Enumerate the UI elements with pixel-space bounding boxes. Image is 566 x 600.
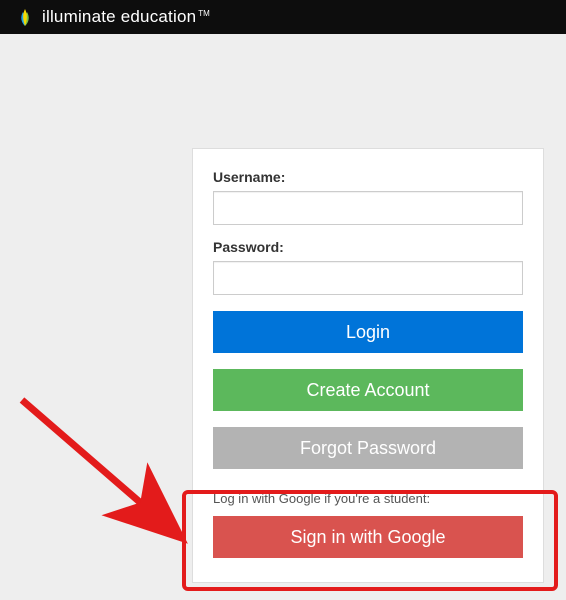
brand-logo: illuminate education TM bbox=[14, 6, 210, 28]
username-label: Username: bbox=[213, 169, 523, 185]
password-input[interactable] bbox=[213, 261, 523, 295]
create-account-button[interactable]: Create Account bbox=[213, 369, 523, 411]
brand-name: illuminate education bbox=[42, 7, 196, 27]
password-group: Password: bbox=[213, 239, 523, 295]
login-card: Username: Password: Login Create Account… bbox=[192, 148, 544, 583]
flame-icon bbox=[14, 6, 36, 28]
password-label: Password: bbox=[213, 239, 523, 255]
google-signin-button[interactable]: Sign in with Google bbox=[213, 516, 523, 558]
google-hint: Log in with Google if you're a student: bbox=[213, 491, 523, 506]
brand-text: illuminate education TM bbox=[42, 7, 210, 27]
login-button[interactable]: Login bbox=[213, 311, 523, 353]
forgot-password-button[interactable]: Forgot Password bbox=[213, 427, 523, 469]
header-bar: illuminate education TM bbox=[0, 0, 566, 34]
google-section: Log in with Google if you're a student: … bbox=[213, 491, 523, 558]
annotation-arrow-icon bbox=[12, 390, 212, 570]
trademark-symbol: TM bbox=[198, 9, 210, 18]
username-input[interactable] bbox=[213, 191, 523, 225]
username-group: Username: bbox=[213, 169, 523, 225]
